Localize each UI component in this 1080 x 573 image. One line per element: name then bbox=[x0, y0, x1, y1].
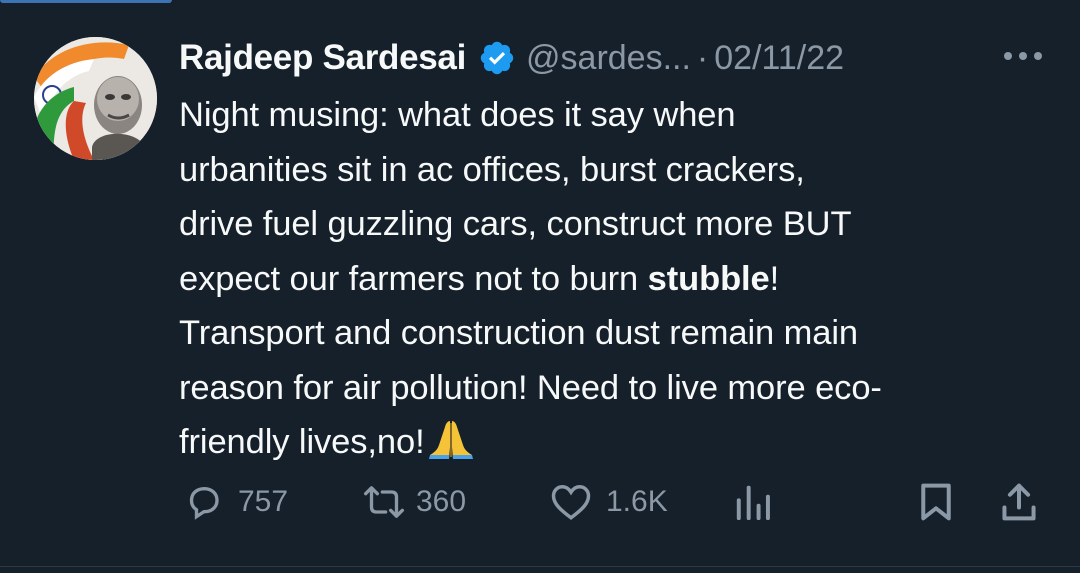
tweet-text: Night musing: what does it say when urba… bbox=[179, 88, 1059, 470]
retweet-icon bbox=[364, 486, 405, 518]
like-button[interactable]: 1.6K bbox=[550, 478, 668, 526]
tweet-date[interactable]: 02/11/22 bbox=[714, 39, 844, 78]
tweet-header: Rajdeep Sardesai @sardes... · 02/11/22 bbox=[179, 36, 1059, 80]
more-options-icon bbox=[1004, 52, 1042, 60]
bold-keyword: stubble bbox=[647, 259, 770, 298]
tweet-text-line: reason for air pollution! Need to live m… bbox=[179, 368, 882, 407]
like-icon bbox=[551, 485, 591, 520]
top-accent-bar bbox=[0, 0, 172, 3]
author-handle[interactable]: @sardes... bbox=[526, 39, 691, 78]
retweet-count: 360 bbox=[416, 485, 467, 518]
tweet-text-line: Transport and construction dust remain m… bbox=[179, 314, 858, 352]
bookmark-icon bbox=[921, 483, 951, 521]
views-button[interactable] bbox=[735, 478, 771, 526]
views-icon bbox=[736, 485, 770, 520]
verified-badge-icon bbox=[478, 39, 516, 77]
reply-count: 757 bbox=[238, 485, 289, 518]
avatar[interactable] bbox=[34, 37, 157, 160]
header-separator: · bbox=[696, 38, 709, 77]
divider bbox=[0, 566, 1080, 567]
folded-hands-emoji bbox=[428, 419, 473, 459]
tweet-card[interactable]: Rajdeep Sardesai @sardes... · 02/11/22 N… bbox=[0, 0, 1080, 573]
retweet-button[interactable]: 360 bbox=[360, 478, 466, 526]
more-options-button[interactable] bbox=[998, 38, 1048, 74]
tweet-actions: 757 360 1.6K bbox=[0, 478, 1080, 526]
avatar-image bbox=[34, 37, 157, 160]
share-button[interactable] bbox=[1000, 478, 1038, 526]
tweet-text-line: urbanities sit in ac offices, burst crac… bbox=[179, 150, 805, 189]
reply-button[interactable]: 757 bbox=[184, 478, 288, 526]
tweet-text-line: Night musing: what does it say when bbox=[179, 96, 736, 134]
reply-icon bbox=[189, 486, 219, 520]
share-icon bbox=[1002, 483, 1036, 521]
bookmark-button[interactable] bbox=[918, 478, 954, 526]
like-count: 1.6K bbox=[606, 485, 668, 518]
author-display-name[interactable]: Rajdeep Sardesai bbox=[179, 38, 466, 78]
tweet-text-line: friendly lives,no! bbox=[179, 415, 1059, 470]
tweet-text-line: drive fuel guzzling cars, construct more… bbox=[179, 205, 852, 243]
tweet-text-line: expect our farmers not to burn stubble! bbox=[179, 259, 780, 298]
